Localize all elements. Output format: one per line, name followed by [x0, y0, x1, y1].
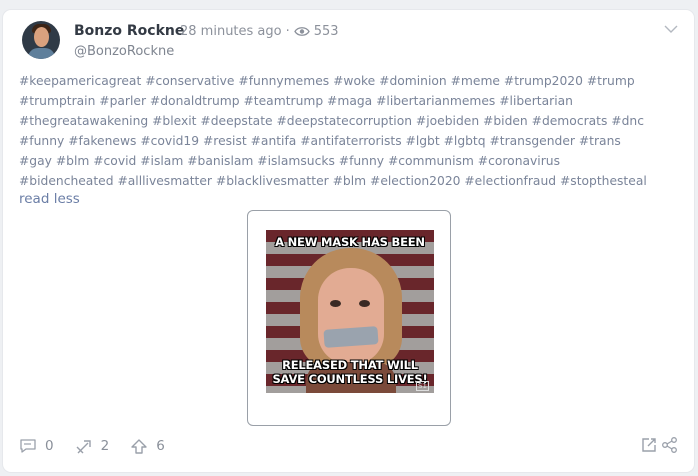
tape-mask: [323, 326, 379, 348]
post-card: Bonzo Rockne 28 minutes ago · 553 @Bonzo…: [3, 10, 694, 472]
post-image-frame[interactable]: A NEW MASK HAS BEEN RELEASED THAT WILL S…: [247, 210, 451, 426]
chevron-down-icon[interactable]: [663, 20, 679, 33]
meta-separator: ·: [285, 24, 290, 39]
post-meta: 28 minutes ago · 553: [180, 24, 339, 39]
author-handle[interactable]: @BonzoRockne: [74, 44, 174, 59]
repost-button[interactable]: 2: [75, 438, 110, 455]
eye-icon: [293, 26, 310, 37]
repost-icon: [75, 438, 93, 455]
comment-icon: [19, 438, 37, 454]
repost-count: 2: [100, 438, 110, 454]
author-name[interactable]: Bonzo Rockne: [74, 23, 184, 39]
post-actions: 0 2 6: [19, 435, 186, 457]
meme-corner-mark: S1: [416, 381, 429, 391]
read-less-link[interactable]: read less: [19, 191, 80, 207]
meme-image: A NEW MASK HAS BEEN RELEASED THAT WILL S…: [266, 230, 434, 393]
post-time: 28 minutes ago: [180, 24, 282, 39]
view-count: 553: [313, 24, 339, 39]
meme-bottom-text: RELEASED THAT WILL SAVE COUNTLESS LIVES!: [272, 358, 428, 386]
upvote-count: 6: [156, 438, 165, 454]
share-controls: [640, 436, 679, 458]
share-icon[interactable]: [661, 436, 679, 458]
comment-count: 0: [45, 438, 54, 454]
upvote-icon: [130, 438, 148, 455]
avatar[interactable]: [22, 21, 60, 59]
upvote-button[interactable]: 6: [130, 438, 165, 455]
comment-button[interactable]: 0: [19, 438, 54, 454]
meme-top-text: A NEW MASK HAS BEEN: [275, 235, 425, 249]
embed-icon[interactable]: [640, 436, 658, 458]
post-hashtags[interactable]: #keepamericagreat #conservative #funnyme…: [19, 71, 649, 191]
